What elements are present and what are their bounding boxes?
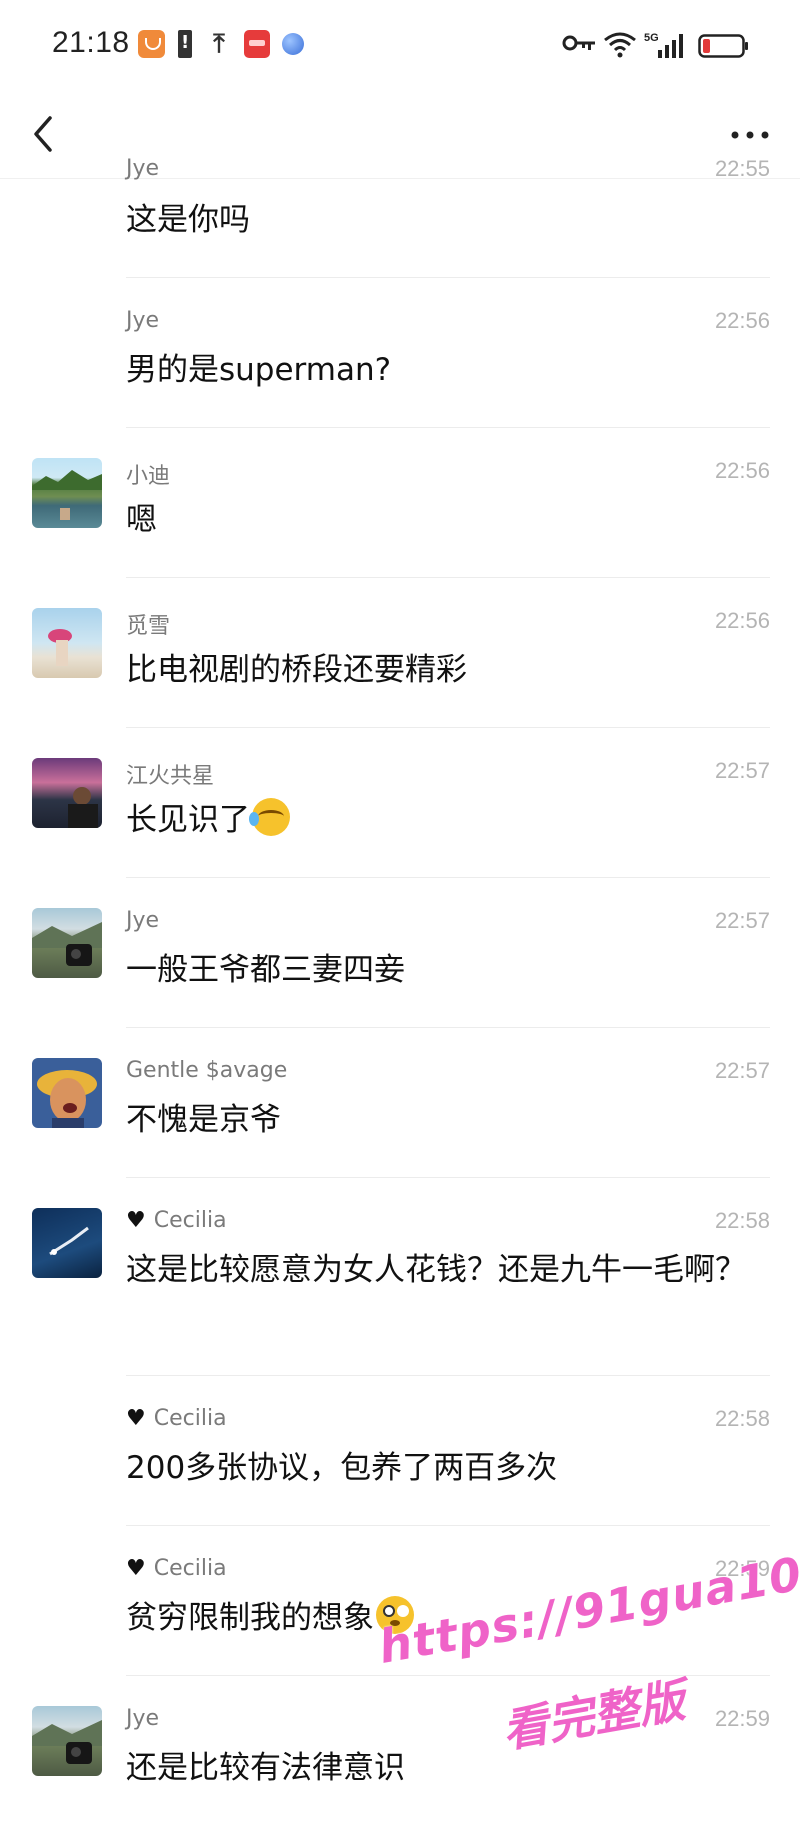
avatar[interactable] [32,458,102,528]
message-time: 22:56 [714,608,770,633]
avatar[interactable] [32,758,102,828]
black-heart-icon: ♥ [126,1556,146,1581]
message-text: 比电视剧的桥段还要精彩 [126,652,467,688]
sender-name: 觅雪 [126,614,171,639]
sender-name: ♥ Cecilia [126,1556,227,1581]
xiaohongshu-icon [244,30,270,58]
avatar[interactable] [32,1706,102,1776]
upload-icon: ⤒ [213,29,225,59]
message-text: 一般王爷都三妻四妾 [126,952,405,988]
sender-name: Gentle $avage [126,1058,288,1083]
list-item[interactable]: 江火共星 22:57 长见识了 [0,728,800,878]
avatar[interactable] [32,608,102,678]
message-time: 22:56 [714,458,770,483]
avatar[interactable] [32,1058,102,1128]
sender-name: Jye [126,156,160,181]
message-time: 22:58 [714,1208,770,1233]
message-time: 22:56 [714,308,770,333]
message-text: 这是你吗 [126,202,250,238]
message-time: 22:55 [714,156,770,181]
sender-name: Jye [126,308,160,333]
list-item[interactable]: 觅雪 22:56 比电视剧的桥段还要精彩 [0,578,800,728]
list-item[interactable]: Jye 22:56 男的是superman? [0,278,800,428]
list-item[interactable]: ♥ Cecilia 22:58 200多张协议，包养了两百多次 [0,1376,800,1526]
list-item[interactable]: Jye 22:55 这是你吗 [0,148,800,278]
message-text-content: 贫穷限制我的想象 [126,1600,374,1636]
sender-name: Jye [126,908,160,933]
list-item[interactable]: ♥ Cecilia 22:58 这是比较愿意为女人花钱？还是九牛一毛啊？ [0,1178,800,1376]
message-time: 22:57 [714,1058,770,1083]
status-bar: 21:18 ⤒ 5G [0,0,800,90]
message-time: 22:57 [714,908,770,933]
status-time: 21:18 [52,26,130,59]
sender-name-text: Cecilia [153,1556,227,1581]
app-badge-icon [138,30,165,58]
message-text: 嗯 [126,502,157,538]
black-heart-icon: ♥ [126,1208,146,1233]
more-dots-icon[interactable] [728,120,772,150]
avatar[interactable] [32,908,102,978]
message-time: 22:59 [714,1706,770,1731]
message-text: 200多张协议，包养了两百多次 [126,1450,558,1486]
message-text: 还是比较有法律意识 [126,1750,405,1786]
sender-name-text: Cecilia [153,1406,227,1431]
battery-icon [698,34,748,58]
wifi-icon [604,32,636,58]
message-text: 不愧是京爷 [126,1102,281,1138]
network-label: 5G [644,32,659,44]
message-text-content: 长见识了 [126,802,250,838]
black-heart-icon: ♥ [126,1406,146,1431]
sender-name: ♥ Cecilia [126,1208,227,1233]
sender-name: 江火共星 [126,764,215,789]
list-item[interactable]: Gentle $avage 22:57 不愧是京爷 [0,1028,800,1178]
sender-name: 小迪 [126,464,171,489]
list-item[interactable]: Jye 22:57 一般王爷都三妻四妾 [0,878,800,1028]
browser-icon [282,33,304,55]
message-text: 男的是superman? [126,352,392,388]
warning-icon [178,30,192,58]
message-text: 长见识了 [126,796,756,844]
sender-name: Jye [126,1706,160,1731]
key-icon [562,35,595,51]
message-time: 22:58 [714,1406,770,1431]
signal-5g-icon: 5G [644,32,683,58]
rolling-laugh-emoji [249,798,290,836]
message-time: 22:57 [714,758,770,783]
sender-name-text: Cecilia [153,1208,227,1233]
avatar[interactable] [32,1208,102,1278]
sender-name: ♥ Cecilia [126,1406,227,1431]
message-text: 这是比较愿意为女人花钱？还是九牛一毛啊？ [126,1252,746,1288]
list-item[interactable]: 小迪 22:56 嗯 [0,428,800,578]
